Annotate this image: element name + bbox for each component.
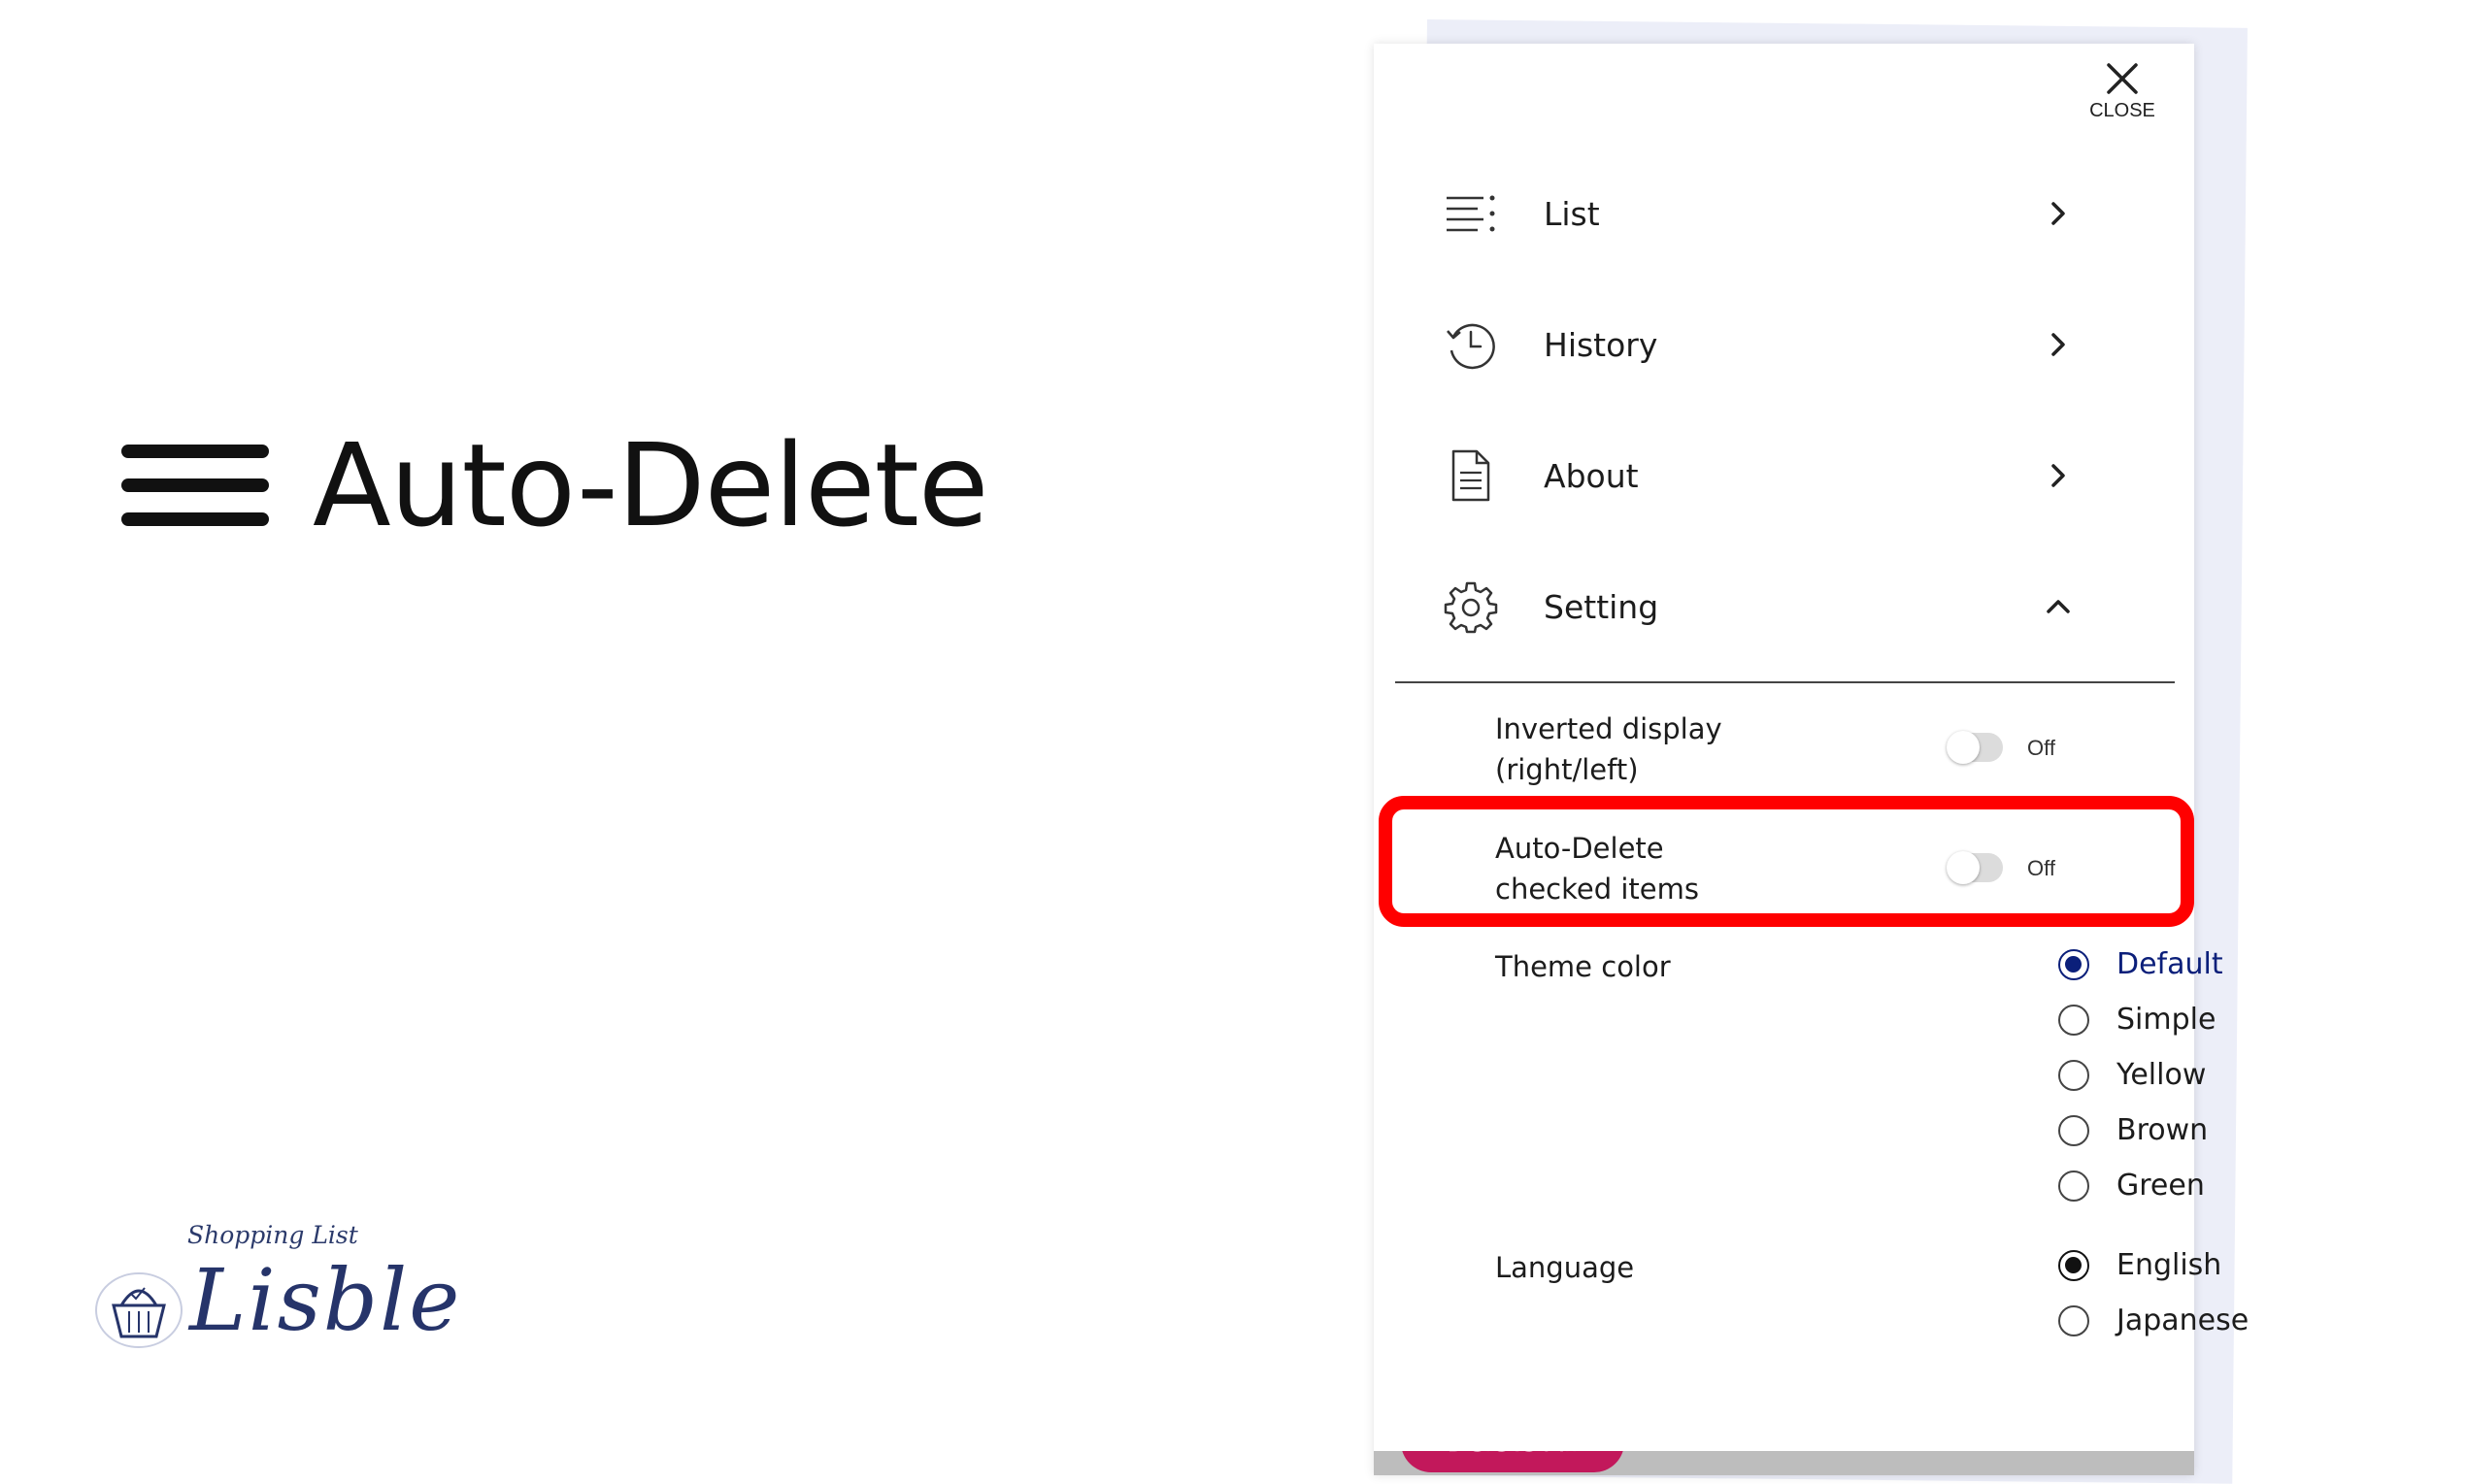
menu-item-label: About bbox=[1544, 456, 1639, 495]
highlight-box bbox=[1379, 796, 2194, 927]
close-label: CLOSE bbox=[2089, 100, 2155, 121]
radio-theme-default[interactable]: Default bbox=[2058, 937, 2223, 992]
radio-label: English bbox=[2116, 1248, 2222, 1282]
inverted-display-toggle[interactable] bbox=[1947, 731, 2003, 764]
toggle-knob bbox=[1947, 731, 1980, 764]
hamburger-menu-icon bbox=[121, 435, 269, 536]
basket-icon bbox=[95, 1272, 183, 1348]
radio-button[interactable] bbox=[2058, 1059, 2089, 1091]
radio-label: Green bbox=[2116, 1169, 2205, 1203]
menu-item-list[interactable]: List bbox=[1393, 160, 2175, 267]
radio-button[interactable] bbox=[2058, 948, 2089, 980]
radio-theme-simple[interactable]: Simple bbox=[2058, 992, 2223, 1047]
radio-language-japanese[interactable]: Japanese bbox=[2058, 1293, 2249, 1348]
menu-item-history[interactable]: History bbox=[1393, 291, 2175, 398]
radio-label: Yellow bbox=[2116, 1058, 2207, 1092]
chevron-right-icon bbox=[2039, 194, 2078, 233]
chevron-right-icon bbox=[2039, 456, 2078, 495]
document-icon bbox=[1442, 446, 1500, 505]
radio-label: Default bbox=[2116, 947, 2223, 981]
app-logo: Shopping List Lisble bbox=[92, 1213, 459, 1369]
menu-item-label: History bbox=[1544, 325, 1658, 364]
theme-color-radio-group: Default Simple Yellow Brown Green bbox=[2058, 937, 2223, 1213]
setting-language: Language English Japanese bbox=[1495, 1247, 2249, 1337]
setting-label: Language bbox=[1495, 1251, 1635, 1284]
chevron-right-icon bbox=[2039, 325, 2078, 364]
setting-label-line: Inverted display bbox=[1495, 712, 1722, 745]
divider bbox=[1395, 681, 2175, 683]
logo-name: Lisble bbox=[189, 1250, 462, 1350]
close-icon bbox=[2107, 63, 2138, 94]
menu-item-setting[interactable]: Setting bbox=[1393, 553, 2175, 660]
list-icon bbox=[1442, 184, 1500, 243]
radio-theme-yellow[interactable]: Yellow bbox=[2058, 1047, 2223, 1103]
setting-label: Inverted display (right/left) bbox=[1495, 709, 1806, 790]
radio-label: Simple bbox=[2116, 1003, 2216, 1037]
menu-item-label: List bbox=[1544, 194, 1600, 233]
toggle-state: Off bbox=[2027, 736, 2055, 760]
headline: Auto-Delete bbox=[121, 418, 988, 552]
radio-label: Brown bbox=[2116, 1113, 2209, 1147]
radio-label: Japanese bbox=[2116, 1303, 2249, 1337]
logo-subtitle: Shopping List bbox=[187, 1221, 358, 1249]
bottom-bar: Delete All bbox=[1374, 1451, 2194, 1475]
close-button[interactable]: CLOSE bbox=[2087, 59, 2157, 129]
delete-all-button[interactable]: Delete All bbox=[1401, 1451, 1624, 1472]
setting-label-line: (right/left) bbox=[1495, 753, 1639, 786]
settings-drawer: CLOSE List History About Setting Inverte… bbox=[1374, 44, 2249, 1475]
history-icon bbox=[1442, 315, 1500, 374]
radio-button[interactable] bbox=[2058, 1114, 2089, 1146]
radio-button[interactable] bbox=[2058, 1004, 2089, 1036]
menu-item-label: Setting bbox=[1544, 587, 1659, 626]
radio-theme-green[interactable]: Green bbox=[2058, 1158, 2223, 1213]
radio-button[interactable] bbox=[2058, 1304, 2089, 1336]
setting-label: Theme color bbox=[1495, 950, 1671, 983]
radio-theme-brown[interactable]: Brown bbox=[2058, 1103, 2223, 1158]
radio-button[interactable] bbox=[2058, 1170, 2089, 1202]
menu-item-about[interactable]: About bbox=[1393, 422, 2175, 529]
language-radio-group: English Japanese bbox=[2058, 1237, 2249, 1348]
radio-button[interactable] bbox=[2058, 1249, 2089, 1281]
headline-title: Auto-Delete bbox=[313, 418, 988, 552]
radio-language-english[interactable]: English bbox=[2058, 1237, 2249, 1293]
chevron-up-icon bbox=[2039, 587, 2078, 626]
setting-theme-color: Theme color Default Simple Yellow Brown … bbox=[1495, 946, 2223, 1203]
setting-inverted-display: Inverted display (right/left) Off bbox=[1495, 709, 2055, 790]
gear-icon bbox=[1442, 577, 1500, 636]
